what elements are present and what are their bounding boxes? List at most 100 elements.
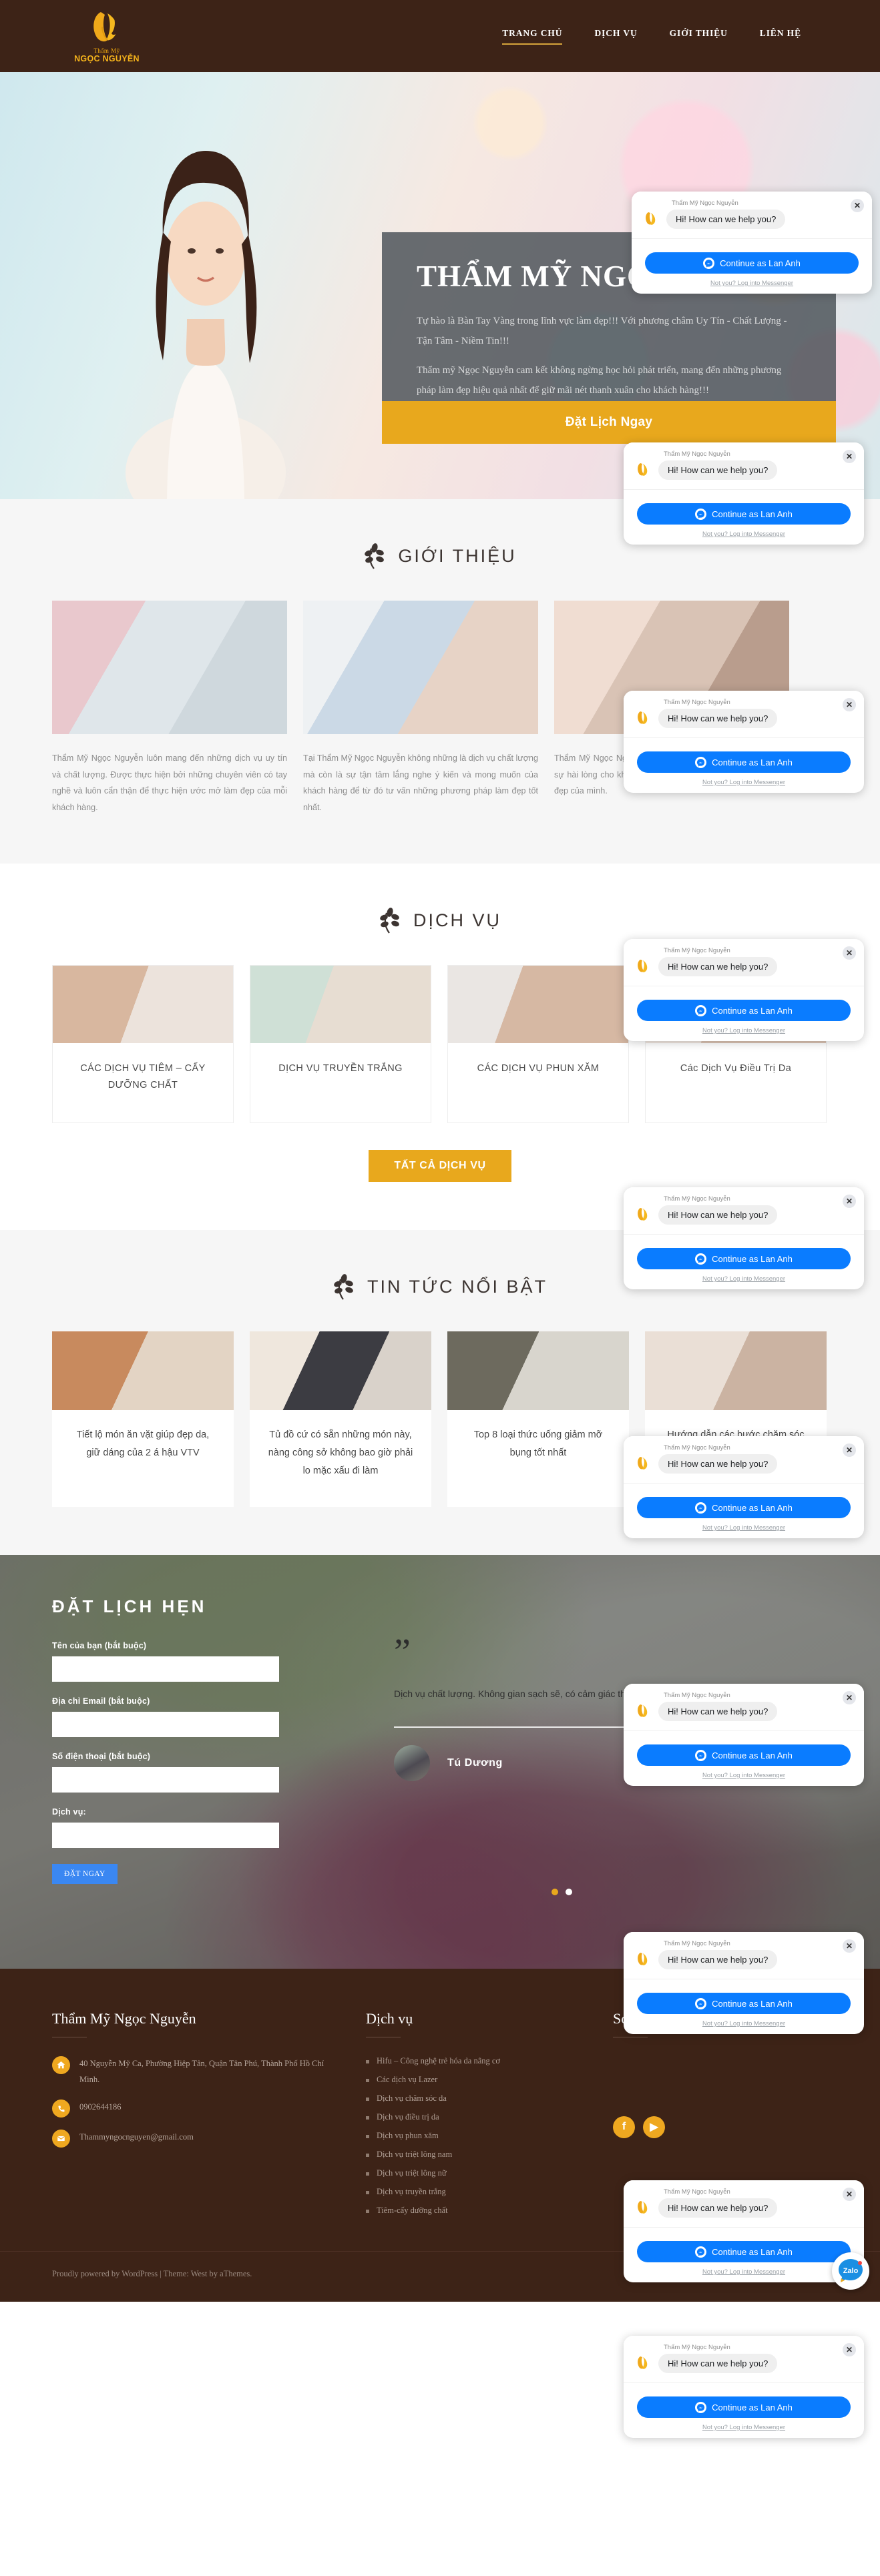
footer-phone: 0902644186 <box>79 2102 122 2112</box>
email-input[interactable] <box>52 1711 279 1737</box>
messenger-popup[interactable]: Thẩm Mỹ Ngọc Nguyễn Hi! How can we help y… <box>624 939 864 1041</box>
service-name-1: CÁC DỊCH VỤ TIÊM – CẤY DƯỠNG CHẤT <box>80 1063 206 1090</box>
nav-item-dich-vu[interactable]: DỊCH VỤ <box>594 28 637 45</box>
hero-cta-button[interactable]: Đặt Lịch Ngay <box>382 401 836 444</box>
messenger-popup[interactable]: Thẩm Mỹ Ngọc Nguyễn Hi! How can we help y… <box>624 2180 864 2282</box>
continue-as-button[interactable]: Continue as Lan Anh <box>637 1248 851 1269</box>
continue-as-button[interactable]: Continue as Lan Anh <box>637 1744 851 1766</box>
slider-dots <box>552 1888 572 1895</box>
continue-as-button[interactable]: Continue as Lan Anh <box>637 503 851 525</box>
login-messenger-link[interactable]: Not you? Log into Messenger <box>637 779 851 786</box>
close-icon[interactable]: ✕ <box>843 2343 856 2356</box>
footer-service-link[interactable]: Dịch vụ truyền trắng <box>366 2187 586 2197</box>
svg-text:Zalo: Zalo <box>843 2267 859 2275</box>
continue-as-button[interactable]: Continue as Lan Anh <box>637 1497 851 1518</box>
messenger-popup[interactable]: Thẩm Mỹ Ngọc Nguyễn Hi! How can we help y… <box>624 2336 864 2438</box>
messenger-popup[interactable]: Thẩm Mỹ Ngọc Nguyễn Hi! How can we help y… <box>624 1684 864 1786</box>
login-messenger-link[interactable]: Not you? Log into Messenger <box>637 531 851 538</box>
close-icon[interactable]: ✕ <box>843 2188 856 2201</box>
messenger-popup-header: Thẩm Mỹ Ngọc Nguyễn Hi! How can we help y… <box>624 691 864 737</box>
messenger-popup[interactable]: Thẩm Mỹ Ngọc Nguyễn Hi! How can we help y… <box>624 1436 864 1538</box>
slider-dot-2[interactable] <box>566 1888 572 1895</box>
messenger-popup[interactable]: Thẩm Mỹ Ngọc Nguyễn Hi! How can we help y… <box>624 442 864 545</box>
site-logo[interactable]: Thẩm Mỹ NGỌC NGUYỄN <box>63 9 150 63</box>
avatar <box>394 1745 430 1782</box>
service-card[interactable]: CÁC DỊCH VỤ TIÊM – CẤY DƯỠNG CHẤT <box>52 965 234 1124</box>
login-messenger-link[interactable]: Not you? Log into Messenger <box>637 2268 851 2276</box>
continue-as-button[interactable]: Continue as Lan Anh <box>637 2241 851 2262</box>
news-card[interactable]: Tiết lộ món ăn vặt giúp đẹp da, giữ dáng… <box>52 1331 234 1507</box>
close-icon[interactable]: ✕ <box>843 450 856 463</box>
footer-service-link[interactable]: Các dịch vụ Lazer <box>366 2075 586 2085</box>
service-name-3: CÁC DỊCH VỤ PHUN XĂM <box>477 1063 600 1074</box>
messenger-popup-footer: Continue as Lan Anh Not you? Log into Mes… <box>624 2382 864 2438</box>
close-icon[interactable]: ✕ <box>843 1939 856 1953</box>
footer-email-row[interactable]: Thammyngocnguyen@gmail.com <box>52 2130 339 2148</box>
nav-item-lien-he[interactable]: LIÊN HỆ <box>760 28 801 45</box>
messenger-page-avatar <box>633 2198 653 2218</box>
login-messenger-link[interactable]: Not you? Log into Messenger <box>645 280 859 287</box>
close-icon[interactable]: ✕ <box>843 946 856 960</box>
phone-input[interactable] <box>52 1766 279 1793</box>
messenger-message-row: Hi! How can we help you? <box>633 1454 855 1474</box>
messenger-page-avatar <box>633 460 653 480</box>
service-input[interactable] <box>52 1822 279 1848</box>
footer-service-link[interactable]: Dịch vụ điều trị da <box>366 2112 586 2122</box>
close-icon[interactable]: ✕ <box>851 199 864 212</box>
login-messenger-link[interactable]: Not you? Log into Messenger <box>637 1027 851 1034</box>
envelope-icon <box>52 2130 70 2148</box>
login-messenger-link[interactable]: Not you? Log into Messenger <box>637 1275 851 1283</box>
all-services-button[interactable]: TẤT CẢ DỊCH VỤ <box>369 1150 511 1183</box>
nav-item-trang-chu[interactable]: TRANG CHỦ <box>502 28 563 45</box>
close-icon[interactable]: ✕ <box>843 1443 856 1457</box>
news-card[interactable]: Tủ đồ cứ có sẵn những món này, nàng công… <box>250 1331 431 1507</box>
close-icon[interactable]: ✕ <box>843 1691 856 1704</box>
login-messenger-link[interactable]: Not you? Log into Messenger <box>637 1524 851 1532</box>
login-messenger-link[interactable]: Not you? Log into Messenger <box>637 1772 851 1779</box>
close-icon[interactable]: ✕ <box>843 698 856 711</box>
service-card[interactable]: DỊCH VỤ TRUYỀN TRẮNG <box>250 965 431 1124</box>
messenger-page-name: Thẩm Mỹ Ngọc Nguyễn <box>664 2188 730 2196</box>
footer-service-link[interactable]: Tiêm-cấy dưỡng chất <box>366 2206 586 2216</box>
continue-as-button[interactable]: Continue as Lan Anh <box>637 1993 851 2014</box>
services-heading-row: DỊCH VỤ <box>0 906 880 934</box>
youtube-icon[interactable]: ▶ <box>643 2116 665 2138</box>
footer-service-link[interactable]: Dịch vụ phun xăm <box>366 2131 586 2141</box>
continue-as-label: Continue as Lan Anh <box>712 2402 793 2412</box>
footer-phone-row[interactable]: 0902644186 <box>52 2100 339 2118</box>
login-messenger-link[interactable]: Not you? Log into Messenger <box>637 2020 851 2027</box>
messenger-popup[interactable]: Thẩm Mỹ Ngọc Nguyễn Hi! How can we help y… <box>624 1187 864 1289</box>
continue-as-button[interactable]: Continue as Lan Anh <box>637 2396 851 2418</box>
messenger-popup[interactable]: Thẩm Mỹ Ngọc Nguyễn Hi! How can we help y… <box>624 1932 864 2034</box>
continue-as-button[interactable]: Continue as Lan Anh <box>637 1000 851 1021</box>
login-messenger-link[interactable]: Not you? Log into Messenger <box>637 2424 851 2431</box>
footer-service-link[interactable]: Dịch vụ triệt lông nữ <box>366 2168 586 2178</box>
service-name-4: Các Dịch Vụ Điều Trị Da <box>680 1063 792 1074</box>
slider-dot-1[interactable] <box>552 1888 558 1895</box>
booking-submit-button[interactable]: ĐẶT NGAY <box>52 1863 118 1884</box>
service-card[interactable]: CÁC DỊCH VỤ PHUN XĂM <box>447 965 629 1124</box>
social-buttons: f ▶ <box>613 2116 813 2138</box>
continue-as-label: Continue as Lan Anh <box>720 258 801 268</box>
facebook-icon[interactable]: f <box>613 2116 635 2138</box>
name-input[interactable] <box>52 1656 279 1682</box>
messenger-popup[interactable]: Thẩm Mỹ Ngọc Nguyễn Hi! How can we help y… <box>624 691 864 793</box>
continue-as-button[interactable]: Continue as Lan Anh <box>645 252 859 274</box>
messenger-popup-header: Thẩm Mỹ Ngọc Nguyễn Hi! How can we help y… <box>624 1436 864 1483</box>
news-card[interactable]: Top 8 loại thức uống giảm mỡ bụng tốt nh… <box>447 1331 629 1507</box>
continue-as-button[interactable]: Continue as Lan Anh <box>637 751 851 773</box>
news-image-4 <box>645 1331 827 1411</box>
close-icon[interactable]: ✕ <box>843 1195 856 1208</box>
footer-service-link[interactable]: Dịch vụ triệt lông nam <box>366 2150 586 2160</box>
intro-heading: GIỚI THIỆU <box>398 545 517 566</box>
booking-form: ĐẶT LỊCH HẸN Tên của bạn (bắt buộc) Địa … <box>52 1596 333 1884</box>
messenger-page-name: Thẩm Mỹ Ngọc Nguyễn <box>664 2344 730 2351</box>
footer-service-link[interactable]: Hifu – Công nghệ trẻ hóa da nâng cơ <box>366 2056 586 2066</box>
zalo-button[interactable]: Zalo <box>832 2252 869 2290</box>
nav-item-gioi-thieu[interactable]: GIỚI THIỆU <box>670 28 728 45</box>
messenger-message-row: Hi! How can we help you? <box>633 2353 855 2373</box>
messenger-logo-icon <box>703 257 715 269</box>
messenger-popup[interactable]: Thẩm Mỹ Ngọc Nguyễn Hi! How can we help y… <box>632 192 872 294</box>
footer-service-link[interactable]: Dịch vụ chăm sóc da <box>366 2094 586 2104</box>
leaf-branch-icon <box>380 908 399 934</box>
